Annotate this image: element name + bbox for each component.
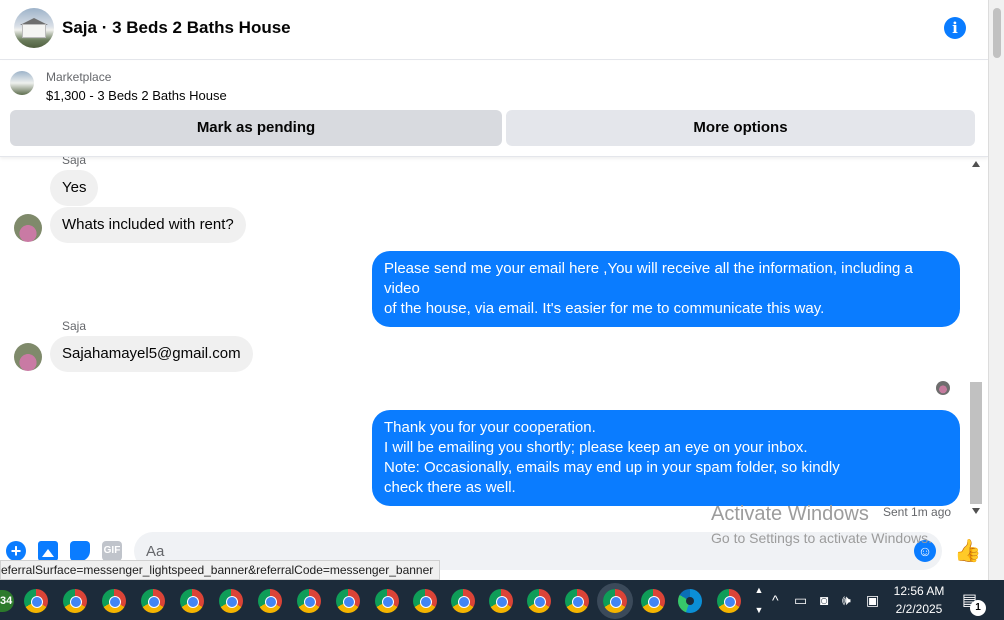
chrome-icon[interactable]: [141, 589, 165, 613]
listing-thumbnail[interactable]: [10, 71, 34, 95]
conversation-title[interactable]: Saja · 3 Beds 2 Baths House: [62, 18, 291, 38]
message-line: check there as well.: [384, 479, 516, 496]
message-line: Please send me your email here ,You will…: [384, 260, 913, 297]
page-scrollbar[interactable]: [988, 0, 1004, 580]
marketplace-listing-bar: Marketplace $1,300 - 3 Beds 2 Baths Hous…: [0, 61, 988, 157]
house-image: [22, 24, 46, 38]
sender-avatar[interactable]: [14, 214, 42, 242]
chrome-icon[interactable]: [180, 589, 204, 613]
chrome-icon[interactable]: [297, 589, 321, 613]
listing-name[interactable]: $1,300 - 3 Beds 2 Baths House: [46, 88, 227, 103]
sender-name: Saja: [62, 319, 87, 333]
chrome-icon[interactable]: [641, 589, 665, 613]
taskbar-overflow-arrows[interactable]: ▲ ▼: [752, 580, 766, 620]
message-bubble-incoming[interactable]: Whats included with rent?: [50, 207, 246, 243]
page-scrollbar-thumb[interactable]: [993, 8, 1001, 58]
message-line: I will be emailing you shortly; please k…: [384, 439, 808, 456]
read-receipt-avatar: [936, 381, 950, 395]
battery-icon[interactable]: ▭: [794, 580, 807, 620]
message-line: Thank you for your cooperation.: [384, 419, 596, 436]
chat-scrollbar[interactable]: [968, 157, 984, 522]
chrome-icon[interactable]: [717, 589, 741, 613]
chrome-icon[interactable]: [63, 589, 87, 613]
message-bubble-incoming[interactable]: Sajahamayel5@gmail.com: [50, 336, 253, 372]
conversation-avatar[interactable]: [14, 8, 54, 48]
camera-icon[interactable]: ◙: [820, 580, 828, 620]
chrome-icon[interactable]: [219, 589, 243, 613]
message-bubble-incoming[interactable]: Yes: [50, 170, 99, 206]
chrome-icon[interactable]: [375, 589, 399, 613]
scrollbar-thumb[interactable]: [970, 382, 982, 504]
message-bubble-outgoing[interactable]: Please send me your email here ,You will…: [372, 251, 960, 327]
status-bar-url: eferralSurface=messenger_lightspeed_bann…: [0, 560, 441, 580]
conversation-header: Saja · 3 Beds 2 Baths House i: [0, 0, 988, 60]
edge-icon[interactable]: [678, 589, 702, 613]
message-list: Saja Yes Whats included with rent? Pleas…: [0, 157, 988, 522]
chrome-icon[interactable]: [336, 589, 360, 613]
sent-status: Sent 1m ago: [883, 505, 952, 519]
message-line: of the house, via email. It's easier for…: [384, 300, 825, 317]
more-options-button[interactable]: More options: [506, 110, 975, 146]
gif-icon[interactable]: GIF: [102, 541, 122, 561]
show-hidden-icons-chevron-icon[interactable]: ^: [772, 580, 779, 620]
photo-icon[interactable]: [38, 541, 58, 561]
chrome-icon[interactable]: [489, 589, 513, 613]
notification-count-badge: 1: [970, 600, 986, 616]
info-icon[interactable]: i: [944, 17, 966, 39]
chrome-icon[interactable]: [603, 589, 627, 613]
sticker-icon[interactable]: [70, 541, 90, 561]
clock-time: 12:56 AM: [893, 584, 945, 598]
message-line: Note: Occasionally, emails may end up in…: [384, 459, 840, 476]
sender-avatar[interactable]: [14, 343, 42, 371]
clock-date: 2/2/2025: [895, 602, 943, 616]
thumbs-up-icon[interactable]: 👍: [954, 539, 981, 563]
messenger-window: Saja · 3 Beds 2 Baths House i Marketplac…: [0, 0, 988, 580]
scroll-up-arrow-icon[interactable]: [972, 161, 980, 167]
scroll-down-arrow-icon[interactable]: [972, 508, 980, 514]
mark-as-pending-button[interactable]: Mark as pending: [10, 110, 502, 146]
chrome-icon[interactable]: [24, 589, 48, 613]
plus-icon[interactable]: +: [6, 541, 26, 561]
listing-category: Marketplace: [46, 70, 112, 84]
network-icon[interactable]: ▣: [866, 580, 879, 620]
emoji-icon[interactable]: ☺: [914, 540, 936, 562]
chrome-icon[interactable]: [413, 589, 437, 613]
chrome-icon[interactable]: [451, 589, 475, 613]
sender-name: Saja: [62, 157, 87, 167]
message-bubble-outgoing[interactable]: Thank you for your cooperation. I will b…: [372, 410, 960, 506]
chrome-icon[interactable]: [527, 589, 551, 613]
chrome-icon[interactable]: [258, 589, 282, 613]
chrome-icon[interactable]: [565, 589, 589, 613]
taskbar-clock[interactable]: 12:56 AM 2/2/2025: [884, 582, 954, 618]
chrome-icon[interactable]: [102, 589, 126, 613]
volume-icon[interactable]: 🕪: [842, 580, 851, 620]
